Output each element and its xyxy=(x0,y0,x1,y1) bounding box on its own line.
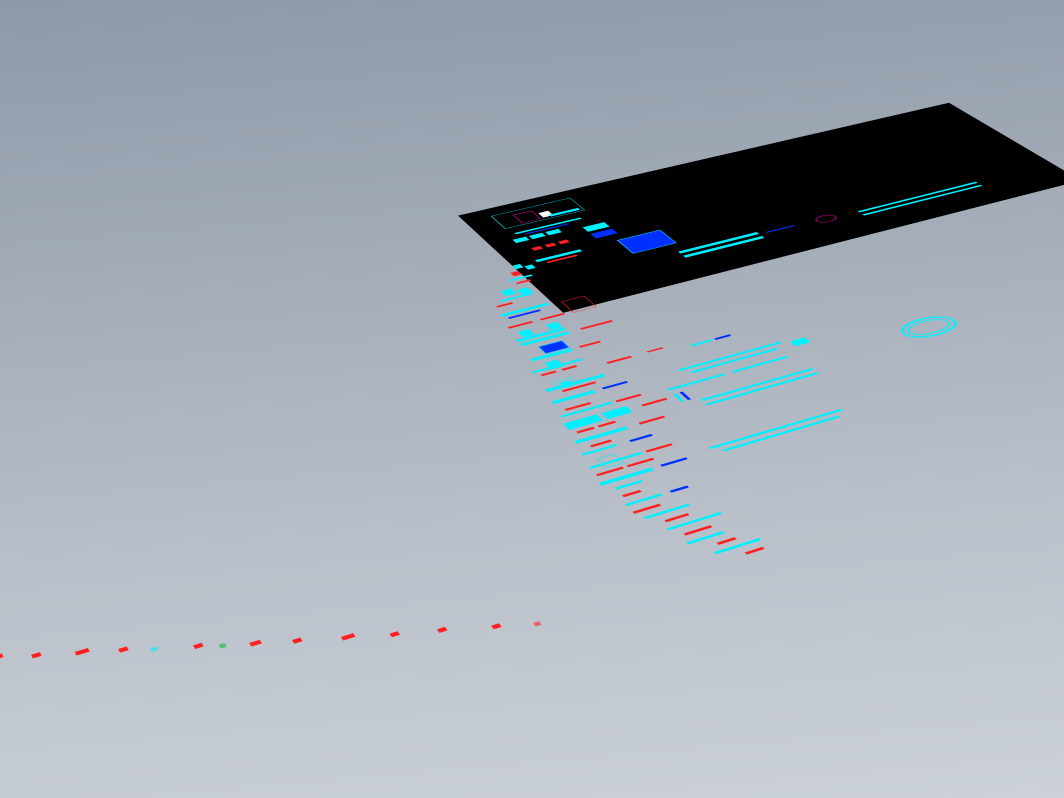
drawing-element xyxy=(615,480,644,490)
drawing-element xyxy=(790,337,811,346)
drawing-element xyxy=(660,457,688,467)
drawing-element xyxy=(601,406,633,419)
drawing-element xyxy=(508,321,534,329)
drawing-element xyxy=(670,486,690,493)
drawing-element xyxy=(389,631,400,637)
drawing-element xyxy=(745,547,765,555)
drawing-element xyxy=(193,643,204,649)
drawing-element xyxy=(533,621,542,627)
drawing-element xyxy=(705,372,819,406)
drawing-element xyxy=(639,416,666,425)
drawing-element xyxy=(150,646,159,652)
drawing-element xyxy=(118,646,129,652)
drawing-element xyxy=(598,421,617,428)
drawing-element xyxy=(667,373,725,390)
drawing-element xyxy=(0,653,4,659)
drawing-element xyxy=(667,512,723,531)
drawing-element xyxy=(641,398,668,407)
drawing-element xyxy=(292,638,303,644)
drawing-element xyxy=(691,339,713,346)
drawing-element xyxy=(596,467,624,477)
drawing-element xyxy=(700,368,814,401)
drawing-element xyxy=(714,334,731,340)
drawing-element xyxy=(218,643,227,649)
drawing-element xyxy=(629,434,653,442)
drawing-element xyxy=(75,648,90,656)
drawing-element xyxy=(627,458,655,468)
drawing-element xyxy=(563,414,604,430)
drawing-element xyxy=(664,513,689,522)
drawing-element xyxy=(500,288,516,296)
drawing-element xyxy=(576,427,595,434)
drawing-element xyxy=(579,341,602,348)
drawing-element xyxy=(249,640,262,647)
drawing-element xyxy=(602,381,629,389)
drawing-element xyxy=(437,627,448,633)
drawing-element xyxy=(723,416,841,452)
drawing-element xyxy=(31,652,42,658)
drawing-element xyxy=(645,443,673,452)
drawing-element xyxy=(717,537,737,545)
drawing-element xyxy=(341,633,356,641)
drawing-element xyxy=(496,302,513,307)
drawing-element xyxy=(580,320,613,330)
drawing-element xyxy=(647,347,664,352)
drawing-element xyxy=(606,356,632,364)
drawing-element xyxy=(540,371,557,377)
drawing-element xyxy=(709,409,843,449)
drawing-element xyxy=(622,490,642,497)
drawing-element xyxy=(683,525,712,536)
drawing-element xyxy=(615,394,642,403)
cad-viewport[interactable] xyxy=(0,0,1064,798)
drawing-element xyxy=(540,313,565,321)
drawing-element xyxy=(491,623,502,629)
